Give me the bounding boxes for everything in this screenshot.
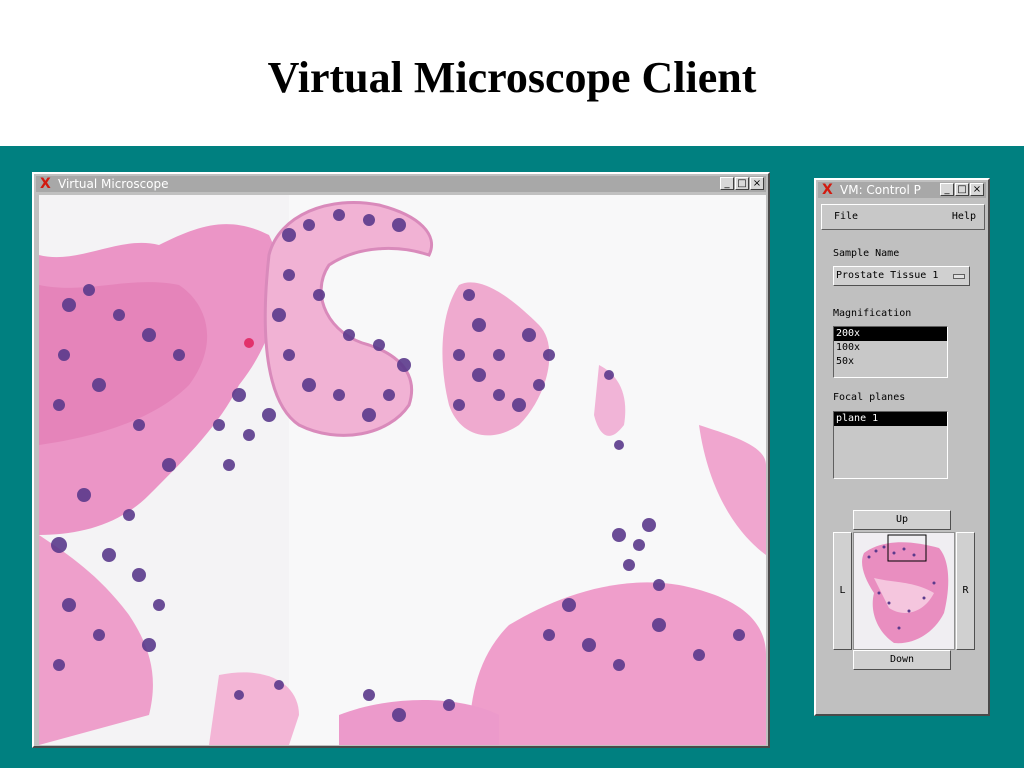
control-panel-titlebar[interactable]: X VM: Control P _ □ × — [818, 182, 986, 198]
thumbnail-image — [854, 533, 954, 649]
overview-thumbnail[interactable] — [853, 532, 955, 650]
control-panel-title: VM: Control P — [840, 183, 921, 197]
x-logo-icon: X — [822, 182, 833, 198]
sample-name-dropdown[interactable]: Prostate Tissue 1 — [833, 266, 970, 286]
pan-right-button[interactable]: R — [956, 532, 975, 650]
sample-name-label: Sample Name — [833, 248, 900, 259]
menu-help[interactable]: Help — [952, 211, 976, 222]
minimize-button[interactable]: _ — [720, 177, 734, 190]
pan-down-button[interactable]: Down — [853, 650, 951, 670]
magnification-label: Magnification — [833, 308, 912, 319]
magnification-list[interactable]: 200x 100x 50x — [833, 326, 948, 378]
maximize-button[interactable]: □ — [735, 177, 749, 190]
magnification-option[interactable]: 50x — [834, 355, 947, 369]
pan-up-button[interactable]: Up — [853, 510, 951, 530]
pan-left-button[interactable]: L — [833, 532, 852, 650]
x-logo-icon: X — [40, 176, 51, 192]
viewer-titlebar[interactable]: X Virtual Microscope _ □ × — [36, 176, 766, 192]
magnification-option[interactable]: 200x — [834, 327, 947, 341]
microscope-image-view[interactable] — [39, 195, 766, 745]
sample-name-value: Prostate Tissue 1 — [836, 270, 939, 281]
magnification-option[interactable]: 100x — [834, 341, 947, 355]
focal-plane-option[interactable]: plane 1 — [834, 412, 947, 426]
histology-image — [39, 195, 766, 745]
slide-title: Virtual Microscope Client — [267, 53, 757, 102]
menu-file[interactable]: File — [834, 211, 858, 222]
focal-planes-label: Focal planes — [833, 392, 906, 403]
virtual-microscope-window: X Virtual Microscope _ □ × — [32, 172, 770, 748]
control-panel-window: X VM: Control P _ □ × File Help Sample N… — [814, 178, 990, 716]
focal-planes-list[interactable]: plane 1 — [833, 411, 948, 479]
maximize-button[interactable]: □ — [955, 183, 969, 196]
close-button[interactable]: × — [750, 177, 764, 190]
minimize-button[interactable]: _ — [940, 183, 954, 196]
close-button[interactable]: × — [970, 183, 984, 196]
dropdown-icon — [953, 274, 965, 279]
viewer-title: Virtual Microscope — [58, 177, 169, 191]
menu-bar: File Help — [821, 204, 985, 230]
